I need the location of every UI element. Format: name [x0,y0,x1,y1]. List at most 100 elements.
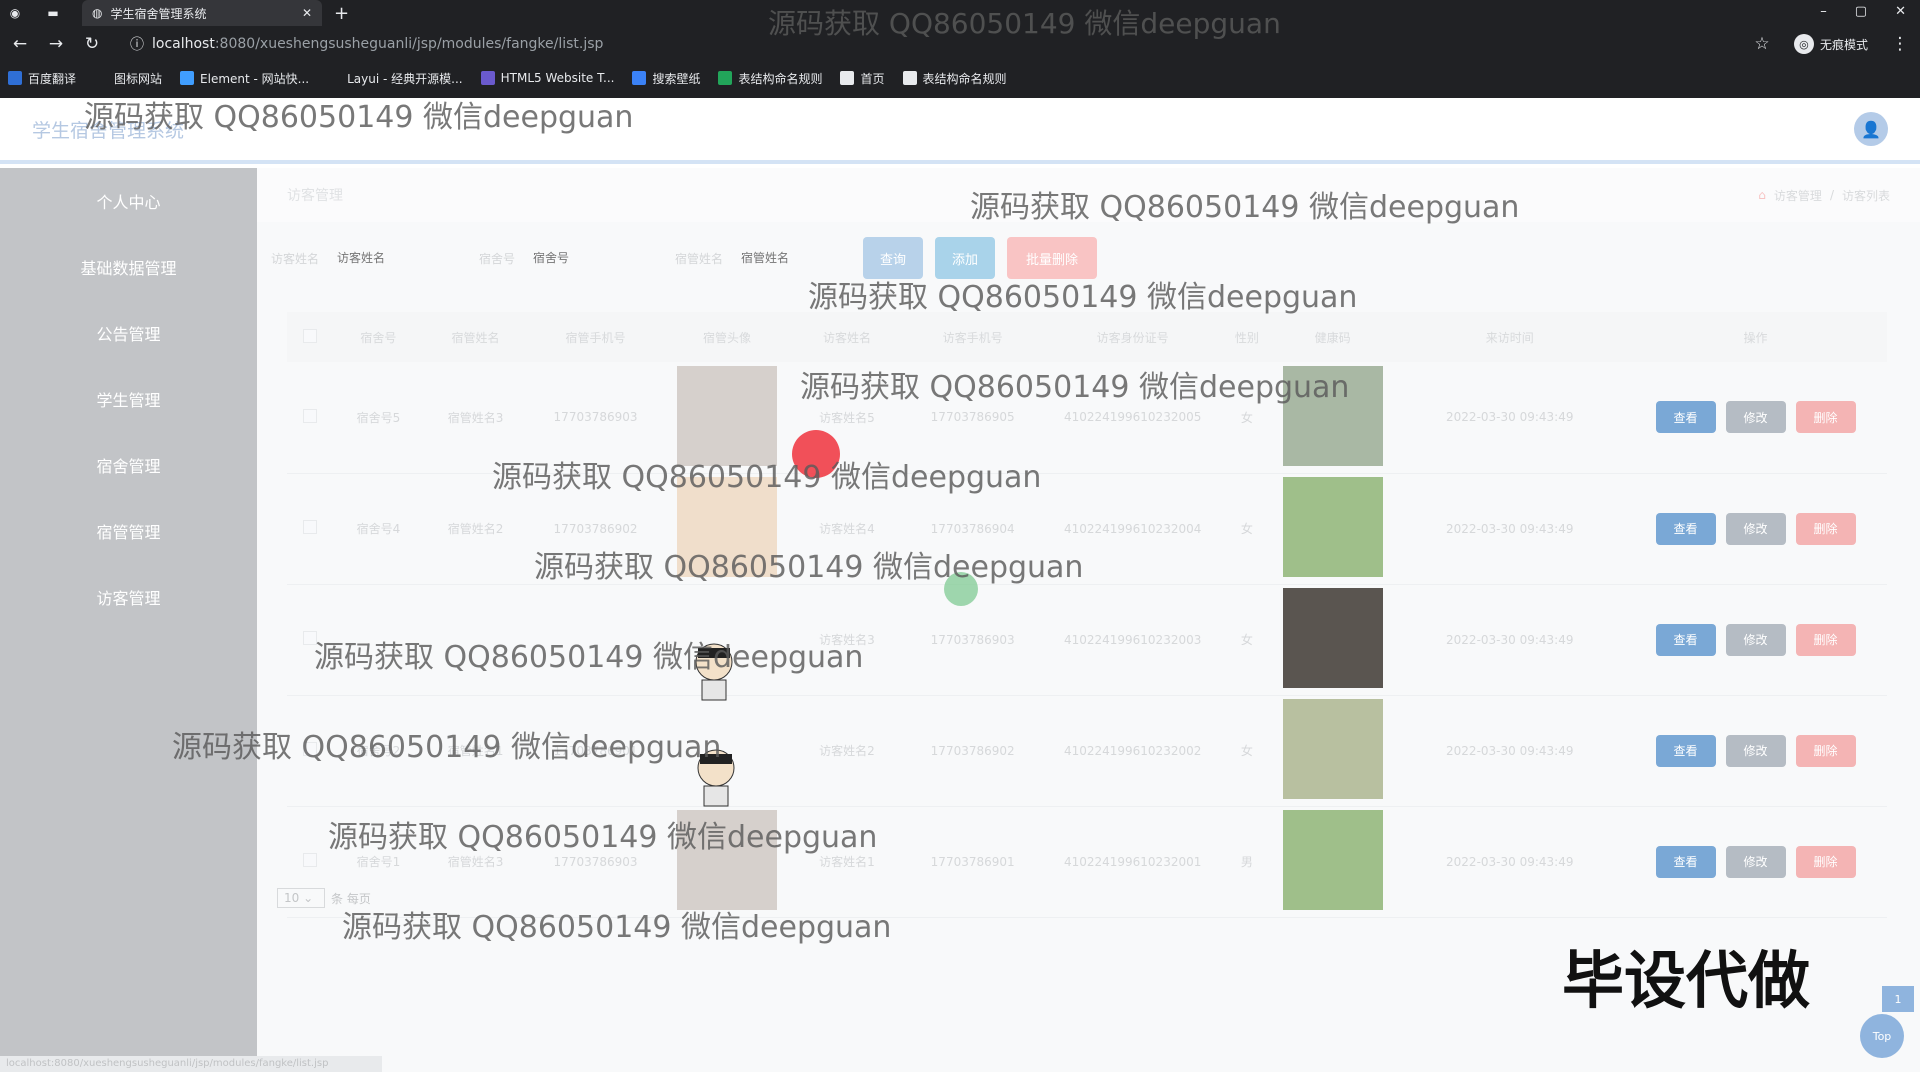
view-button[interactable]: 查看 [1655,845,1716,878]
reload-icon[interactable]: ↻ [82,34,102,54]
sidebar-item-profile[interactable]: 个人中心 [0,168,257,234]
globe-icon: ◍ [92,6,103,20]
select-all-checkbox[interactable] [302,328,317,343]
sidebar-item-base-data[interactable]: 基础数据管理 [0,234,257,300]
info-icon[interactable]: ⓘ [130,34,144,54]
sidebar-item-keepers[interactable]: 宿管管理 [0,498,257,564]
restore-icon[interactable]: ▢ [1855,4,1867,19]
keeper-phone-cell: 17703786903 [526,806,665,918]
row-checkbox[interactable] [302,520,317,534]
batch-delete-button[interactable]: 批量删除 [1007,237,1098,279]
mascot-sticker [695,643,733,701]
edit-button[interactable]: 修改 [1725,401,1786,434]
url-input[interactable]: ⓘ localhost:8080/xueshengsusheguanli/jsp… [118,30,1736,58]
gender-cell: 女 [1224,584,1270,696]
add-button[interactable]: 添加 [935,237,996,279]
row-checkbox[interactable] [302,742,317,756]
bookmark-item[interactable]: 搜索壁纸 [632,70,700,87]
id-card-cell: 410224199610232004 [1041,473,1225,585]
edit-button[interactable]: 修改 [1725,845,1786,878]
visitor-name-input[interactable] [337,251,448,265]
view-button[interactable]: 查看 [1655,734,1716,767]
edit-button[interactable]: 修改 [1725,623,1786,656]
bookmark-icon [718,71,733,85]
keeper-name-input[interactable] [741,251,852,265]
delete-button[interactable]: 删除 [1795,401,1856,434]
edit-button[interactable]: 修改 [1725,512,1786,545]
bookmark-label: 搜索壁纸 [652,71,701,86]
back-icon[interactable]: ← [10,34,30,54]
sidebar-item-visitors[interactable]: 访客管理 [0,564,257,630]
row-checkbox[interactable] [302,853,317,867]
page-size-select[interactable]: 10 ⌄ [277,888,325,908]
page-header: 访客管理 ⌂ 访客管理 / 访客列表 [257,168,1920,222]
delete-button[interactable]: 删除 [1795,623,1856,656]
column-header: 宿管手机号 [526,312,665,362]
row-checkbox[interactable] [302,631,317,645]
bookmark-icon [180,71,195,85]
app-title: 学生宿舍管理系统 [32,119,185,142]
address-bar: ← → ↻ ⓘ localhost:8080/xueshengsusheguan… [0,26,1920,62]
health-code-image [1282,810,1383,910]
bookmark-item[interactable]: 表结构命名规则 [718,70,822,87]
tab-title: 学生宿舍管理系统 [110,6,207,21]
bookmark-item[interactable]: 表结构命名规则 [902,70,1007,87]
health-code-image [1282,588,1383,688]
sidebar-item-students[interactable]: 学生管理 [0,366,257,432]
column-header: 访客手机号 [904,312,1042,362]
health-code-image [1282,477,1383,577]
user-avatar-icon[interactable]: 👤 [1854,112,1888,146]
status-url: localhost:8080/xueshengsusheguanli/jsp/m… [0,1056,382,1072]
column-header: 宿管头像 [664,312,790,362]
new-tab-icon[interactable]: + [334,3,349,24]
delete-button[interactable]: 删除 [1795,512,1856,545]
view-button[interactable]: 查看 [1655,512,1716,545]
bookmark-icon [8,71,22,85]
search-label: 宿管姓名 [675,251,724,266]
room-cell [332,584,425,696]
visit-time-cell: 2022-03-30 09:43:49 [1395,695,1625,807]
actions-cell: 查看 修改 删除 [1624,362,1887,474]
bookmark-item[interactable]: 图标网站 [94,70,162,87]
view-button[interactable]: 查看 [1655,401,1716,434]
view-button[interactable]: 查看 [1655,623,1716,656]
table-body: 宿舍号5 宿管姓名3 17703786903 访客姓名5 17703786905 4102… [287,362,1887,918]
bookmark-item[interactable]: 百度翻译 [8,70,76,87]
sidebar-item-dorms[interactable]: 宿舍管理 [0,432,257,498]
more-menu-icon[interactable]: ⋮ [1890,34,1910,54]
bookmark-item[interactable]: Layui - 经典开源模... [327,70,463,87]
bookmark-item[interactable]: HTML5 Website T... [480,71,614,85]
bookmark-item[interactable]: 首页 [840,70,885,87]
delete-button[interactable]: 删除 [1795,845,1856,878]
select-all-header [287,312,333,362]
query-button[interactable]: 查询 [863,237,924,279]
bookmark-label: Layui - 经典开源模... [347,71,463,86]
active-tab[interactable]: ◍ 学生宿舍管理系统 ✕ [82,0,322,26]
window-close-icon[interactable]: ✕ [1895,4,1906,19]
incognito-badge[interactable]: ◎ 无痕模式 [1788,34,1874,54]
visit-time-cell: 2022-03-30 09:43:49 [1395,584,1625,696]
breadcrumb-item[interactable]: 访客管理 [1774,187,1822,204]
back-to-top-button[interactable]: Top [1860,1014,1904,1058]
url-path: :8080/xueshengsusheguanli/jsp/modules/fa… [214,36,604,52]
browser-menu-icon[interactable]: ◉ [6,4,24,22]
edit-button[interactable]: 修改 [1725,734,1786,767]
row-checkbox[interactable] [302,408,317,423]
room-cell: 宿舍号5 [332,362,425,474]
forward-icon[interactable]: → [46,34,66,54]
room-number-input[interactable] [533,251,644,265]
home-icon[interactable]: ⌂ [1758,188,1766,202]
bookmark-label: 表结构命名规则 [738,71,823,86]
sidebar-item-notices[interactable]: 公告管理 [0,300,257,366]
star-icon[interactable]: ☆ [1752,34,1772,54]
bookmark-label: 表结构命名规则 [922,71,1007,86]
bookmark-label: 首页 [860,71,885,86]
room-cell: 宿舍号2 [332,695,425,807]
bookmark-item[interactable]: Element - 网站快... [180,70,309,87]
close-icon[interactable]: ✕ [302,6,312,20]
minimize-icon[interactable]: – [1820,4,1827,19]
keeper-avatar-image [676,365,777,466]
delete-button[interactable]: 删除 [1795,734,1856,767]
browser-chrome: ◉ ▬ ◍ 学生宿舍管理系统 ✕ + – ▢ ✕ ← → ↻ ⓘ localho… [0,0,1920,98]
tab-list-icon[interactable]: ▬ [44,4,62,22]
